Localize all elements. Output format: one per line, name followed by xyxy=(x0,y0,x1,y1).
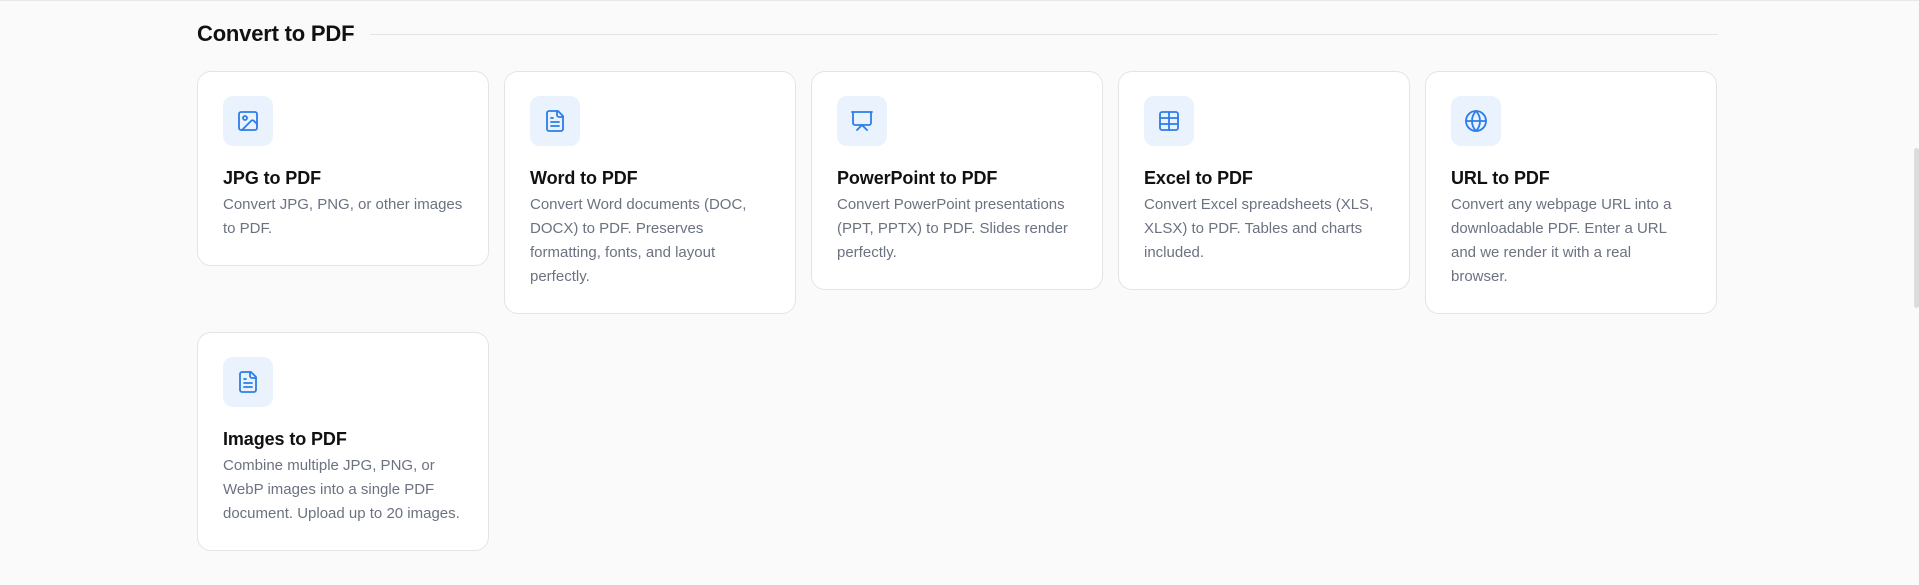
icon-tile xyxy=(1451,96,1501,146)
section-header: Convert to PDF xyxy=(197,18,1718,50)
tool-card-jpg-to-pdf[interactable]: JPG to PDF Convert JPG, PNG, or other im… xyxy=(197,71,489,266)
card-title: Excel to PDF xyxy=(1144,168,1253,188)
section-divider xyxy=(370,33,1718,35)
table-icon xyxy=(1159,111,1179,131)
card-description: Convert Excel spreadsheets (XLS, XLSX) t… xyxy=(1144,196,1374,261)
tool-card-url-to-pdf[interactable]: URL to PDF Convert any webpage URL into … xyxy=(1425,71,1717,314)
document-icon xyxy=(546,110,564,132)
icon-tile xyxy=(530,96,580,146)
scrollbar-thumb[interactable] xyxy=(1914,148,1919,308)
card-title: PowerPoint to PDF xyxy=(837,168,998,188)
globe-icon xyxy=(1465,110,1487,132)
card-title: Word to PDF xyxy=(530,168,638,188)
tool-card-excel-to-pdf[interactable]: Excel to PDF Convert Excel spreadsheets … xyxy=(1118,71,1410,290)
card-description: Combine multiple JPG, PNG, or WebP image… xyxy=(223,457,460,522)
card-title: JPG to PDF xyxy=(223,168,322,188)
card-description: Convert Word documents (DOC, DOCX) to PD… xyxy=(530,196,747,285)
tool-card-images-to-pdf[interactable]: Images to PDF Combine multiple JPG, PNG,… xyxy=(197,332,489,551)
image-icon xyxy=(238,111,258,131)
card-title: URL to PDF xyxy=(1451,168,1550,188)
card-description: Convert PowerPoint presentations (PPT, P… xyxy=(837,196,1068,261)
icon-tile xyxy=(223,357,273,407)
icon-tile xyxy=(1144,96,1194,146)
card-description: Convert JPG, PNG, or other images to PDF… xyxy=(223,196,463,237)
card-title: Images to PDF xyxy=(223,429,347,449)
card-description: Convert any webpage URL into a downloada… xyxy=(1451,196,1672,285)
presentation-icon xyxy=(851,111,873,131)
icon-tile xyxy=(223,96,273,146)
tool-card-word-to-pdf[interactable]: Word to PDF Convert Word documents (DOC,… xyxy=(504,71,796,314)
tool-card-powerpoint-to-pdf[interactable]: PowerPoint to PDF Convert PowerPoint pre… xyxy=(811,71,1103,290)
document-icon xyxy=(239,371,257,393)
page-top-border xyxy=(0,0,1919,1)
icon-tile xyxy=(837,96,887,146)
section-title: Convert to PDF xyxy=(197,21,355,46)
